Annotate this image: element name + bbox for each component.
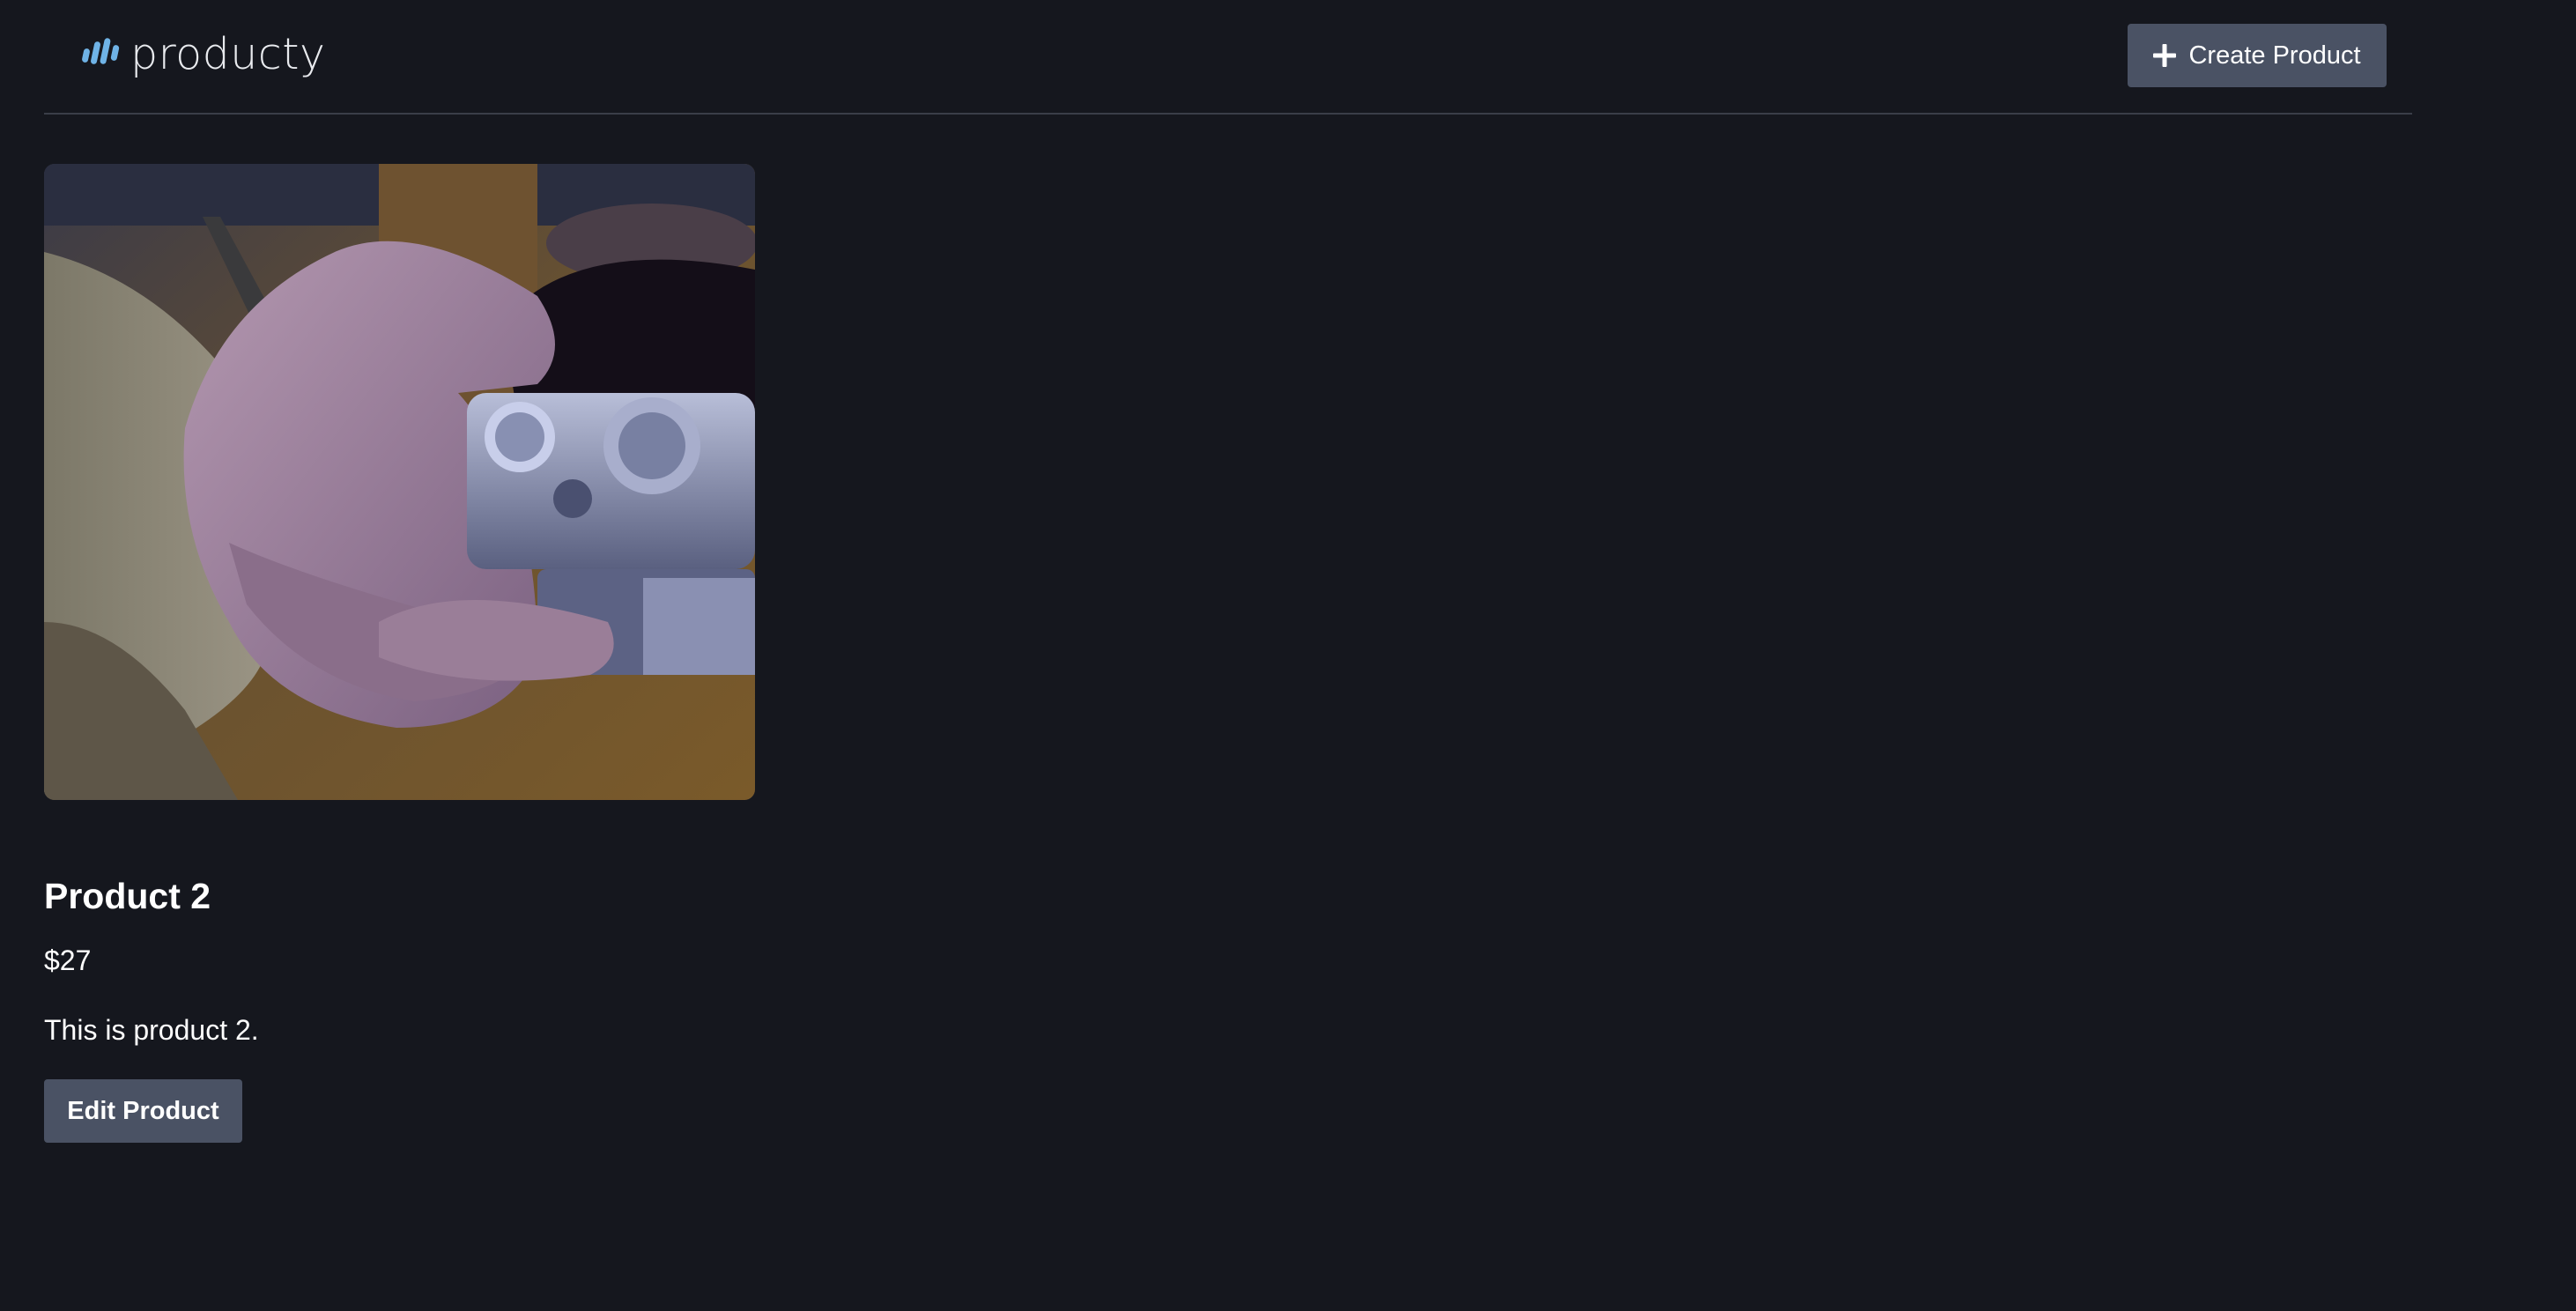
edit-product-button[interactable]: Edit Product [44,1079,242,1143]
top-nav: producty Create Product [44,0,2412,115]
create-product-label: Create Product [2188,41,2361,70]
product-price: $27 [44,944,92,976]
camera-photo-illustration [44,164,755,800]
create-product-button[interactable]: Create Product [2128,24,2387,87]
brand-home-link[interactable]: producty [81,26,325,81]
page: producty Create Product Product 2 $27 Th… [0,0,2576,1311]
producty-logo-icon [82,38,120,64]
product-description: This is product 2. [44,1014,259,1046]
product-title: Product 2 [44,876,211,916]
product-image [44,164,755,800]
brand-name: producty [130,28,326,79]
plus-icon [2153,44,2177,67]
